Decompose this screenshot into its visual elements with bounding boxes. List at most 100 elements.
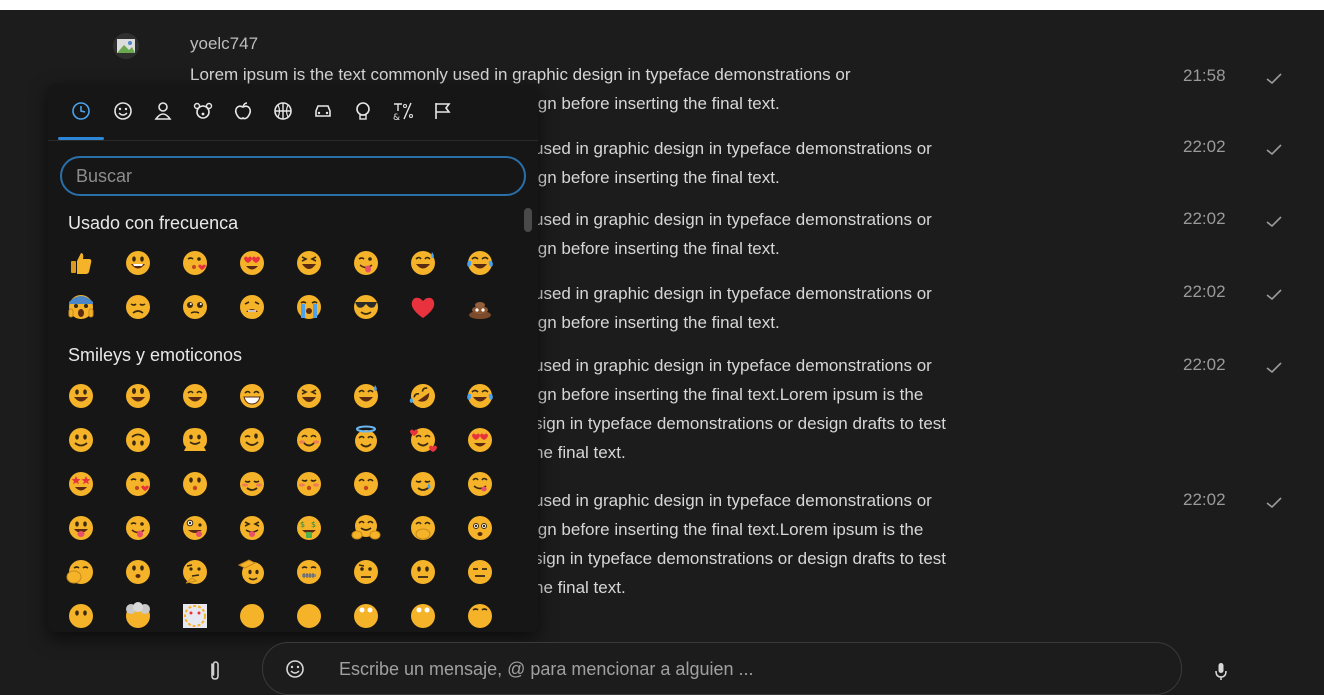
exhaling-emoji[interactable] (465, 601, 495, 631)
message-time: 22:02 (1183, 282, 1226, 301)
smiley-big-eyes-emoji[interactable] (123, 381, 153, 411)
kissing-closed-eyes-emoji[interactable] (294, 469, 324, 499)
checkmark-icon (1266, 73, 1282, 84)
raised-eyebrow-emoji[interactable] (351, 557, 381, 587)
thinking-emoji[interactable] (123, 557, 153, 587)
person-icon[interactable] (146, 94, 180, 128)
smiley-icon[interactable] (106, 94, 140, 128)
saluting-emoji[interactable] (237, 557, 267, 587)
heart-eyes-smile-emoji[interactable] (465, 425, 495, 455)
zipper-mouth-emoji[interactable] (294, 557, 324, 587)
dotted-line-face-emoji[interactable] (180, 601, 210, 631)
joy-emoji[interactable] (465, 248, 495, 278)
no-mouth-emoji[interactable] (66, 601, 96, 631)
emoji-row (66, 557, 522, 601)
symbols-icon[interactable]: & (386, 94, 420, 128)
smiley-emoji[interactable] (123, 248, 153, 278)
clock-icon[interactable] (64, 94, 98, 128)
sweat-grin-emoji[interactable] (351, 381, 381, 411)
emoji-grid-smileys: $ $ (66, 381, 522, 632)
emoji-category-tabs: & (48, 84, 538, 141)
car-icon[interactable] (306, 94, 340, 128)
grinning-squint-emoji[interactable] (294, 248, 324, 278)
tongue-out-emoji[interactable] (66, 513, 96, 543)
rolling-eyes-emoji[interactable] (351, 601, 381, 631)
weary-emoji[interactable] (237, 292, 267, 322)
pleading-emoji[interactable] (180, 292, 210, 322)
winking-tongue-emoji[interactable] (123, 513, 153, 543)
squinting-tongue-emoji[interactable] (237, 513, 267, 543)
smile-emoji[interactable] (180, 381, 210, 411)
beaming-emoji[interactable] (237, 381, 267, 411)
message-time: 22:02 (1183, 355, 1226, 374)
wink-emoji[interactable] (237, 425, 267, 455)
zany-emoji[interactable] (180, 513, 210, 543)
smiling-hearts-emoji[interactable] (408, 425, 438, 455)
flag-icon[interactable] (426, 94, 460, 128)
message-input[interactable] (337, 653, 1141, 685)
laughing-emoji[interactable] (294, 381, 324, 411)
face-in-clouds-emoji[interactable] (123, 601, 153, 631)
checkmark-icon (1266, 289, 1282, 300)
rofl-emoji[interactable] (408, 381, 438, 411)
heart-eyes-emoji[interactable] (237, 248, 267, 278)
food-icon[interactable] (226, 94, 260, 128)
sports-icon[interactable] (266, 94, 300, 128)
blush-emoji[interactable] (294, 425, 324, 455)
kissing-heart-emoji[interactable] (180, 248, 210, 278)
avatar[interactable] (113, 33, 139, 59)
scrollbar-thumb[interactable] (524, 208, 532, 232)
hand-over-mouth-emoji[interactable] (408, 513, 438, 543)
microphone-icon[interactable] (1214, 660, 1228, 682)
melting-emoji[interactable] (180, 425, 210, 455)
emoji-row (66, 469, 522, 513)
emoji-row (66, 425, 522, 469)
unamused-emoji[interactable] (294, 601, 324, 631)
smiling-tear-emoji[interactable] (408, 469, 438, 499)
disappointed-emoji[interactable] (123, 292, 153, 322)
slight-smile-emoji[interactable] (66, 425, 96, 455)
pile-of-poo-emoji[interactable] (465, 292, 495, 322)
lightbulb-icon[interactable] (346, 94, 380, 128)
emoji-picker: & Usado con frecuenca (48, 84, 538, 632)
emoji-row (66, 381, 522, 425)
shushing-emoji[interactable] (66, 557, 96, 587)
relaxed-emoji[interactable] (237, 469, 267, 499)
halo-emoji[interactable] (351, 425, 381, 455)
message-time: 22:02 (1183, 490, 1226, 509)
money-mouth-emoji[interactable]: $ $ (294, 513, 324, 543)
neutral-emoji[interactable] (408, 557, 438, 587)
thumbs-up-emoji[interactable] (66, 248, 96, 278)
sunglasses-emoji[interactable] (351, 292, 381, 322)
kissing-emoji[interactable] (180, 469, 210, 499)
grinning-emoji[interactable] (66, 381, 96, 411)
svg-text:$: $ (300, 520, 305, 529)
star-struck-emoji[interactable] (66, 469, 96, 499)
hugging-emoji[interactable] (351, 513, 381, 543)
tongue-wink-emoji[interactable] (351, 248, 381, 278)
yum-emoji[interactable] (465, 469, 495, 499)
scream-emoji[interactable] (66, 292, 96, 322)
sweat-smile-emoji[interactable] (408, 248, 438, 278)
animal-icon[interactable] (186, 94, 220, 128)
message-time: 21:58 (1183, 66, 1226, 85)
thinking-face-emoji[interactable] (180, 557, 210, 587)
emoji-row: $ $ (66, 513, 522, 557)
loudly-crying-emoji[interactable] (294, 292, 324, 322)
joy-tears-emoji[interactable] (465, 381, 495, 411)
broken-image-icon (117, 39, 135, 53)
paperclip-icon[interactable] (208, 660, 222, 682)
checkmark-icon (1266, 216, 1282, 227)
smiley-icon[interactable] (283, 657, 307, 681)
peeking-emoji[interactable] (465, 513, 495, 543)
upside-down-emoji[interactable] (123, 425, 153, 455)
smirk-emoji[interactable] (237, 601, 267, 631)
red-heart-emoji[interactable] (408, 292, 438, 322)
emoji-search-input[interactable] (60, 156, 526, 196)
grimacing-emoji[interactable] (408, 601, 438, 631)
expressionless-emoji[interactable] (465, 557, 495, 587)
svg-text:&: & (393, 113, 400, 121)
kissing-heart-emoji[interactable] (123, 469, 153, 499)
kissing-smiling-eyes-emoji[interactable] (351, 469, 381, 499)
section-title: Smileys y emoticonos (68, 345, 243, 365)
